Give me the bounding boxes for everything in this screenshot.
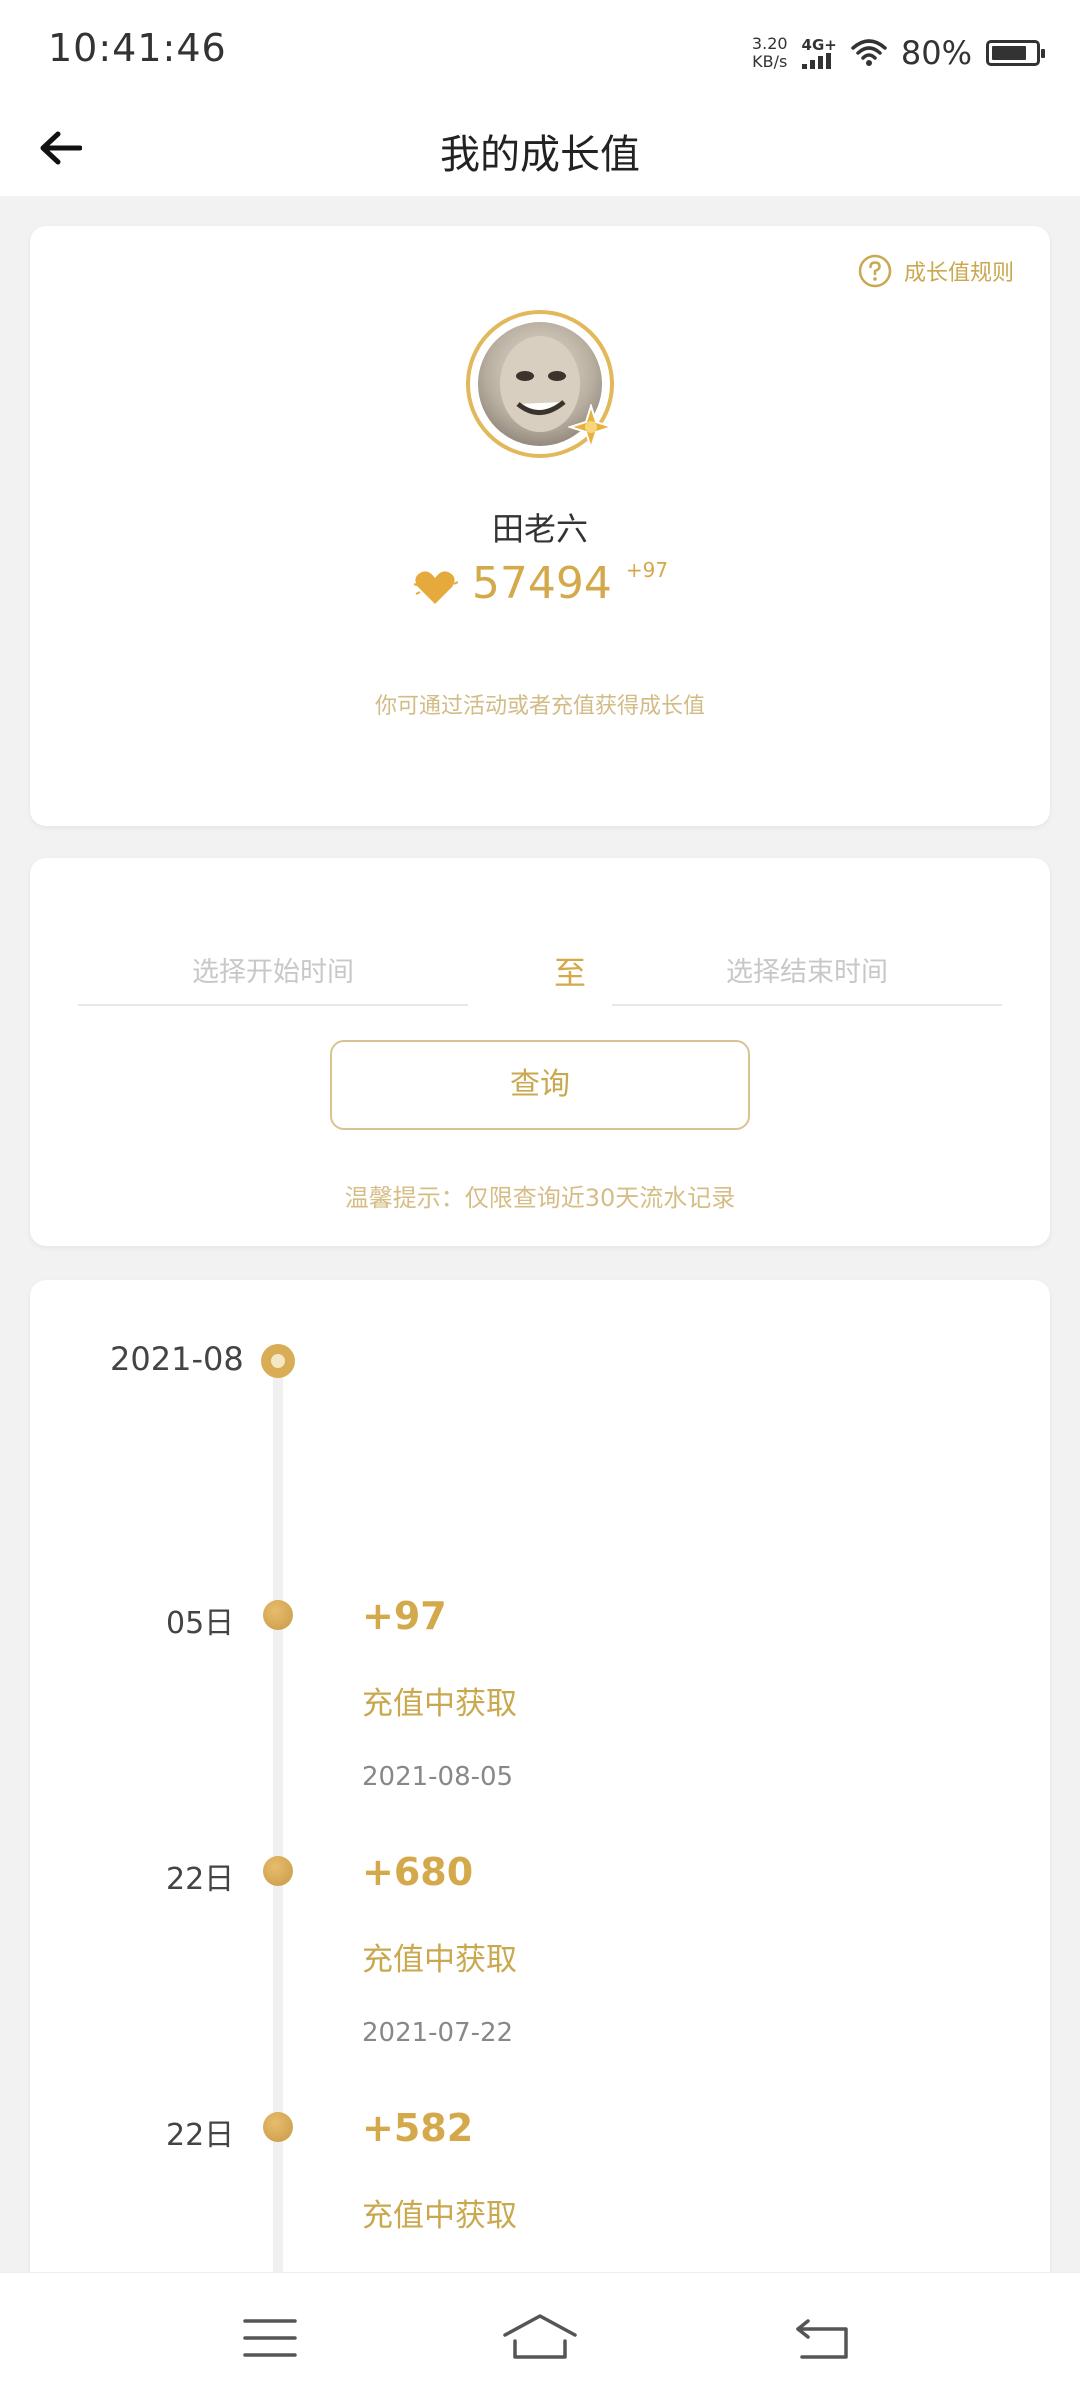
month-label: 2021-08 bbox=[110, 1340, 244, 1378]
battery-fill bbox=[992, 46, 1026, 60]
net-speed-value: 3.20 bbox=[751, 34, 788, 53]
avatar[interactable] bbox=[466, 310, 616, 458]
growth-points-value: 57494 bbox=[471, 558, 612, 609]
record-dot-icon bbox=[263, 1856, 293, 1886]
user-name: 田老六 bbox=[491, 510, 588, 548]
menu-icon bbox=[243, 2319, 297, 2357]
query-card: 选择开始时间 至 选择结束时间 查询 温馨提示：仅限查询近30天流水记录 bbox=[30, 858, 1050, 1246]
status-time: 10:41:46 bbox=[48, 26, 227, 70]
record-day: 22日 bbox=[166, 1862, 235, 1897]
query-tip: 温馨提示：仅限查询近30天流水记录 bbox=[344, 1184, 736, 1212]
record-dot-icon bbox=[263, 1600, 293, 1630]
wifi-icon bbox=[851, 38, 887, 68]
return-icon bbox=[796, 2319, 848, 2359]
record-amount: +680 bbox=[362, 1850, 474, 1894]
record-date: 2021-08-05 bbox=[362, 1762, 514, 1792]
record-dot-icon bbox=[263, 2112, 293, 2142]
status-icons: 3.20 KB/s 4G+ 80% bbox=[752, 28, 1045, 78]
growth-hint: 你可通过活动或者充值获得成长值 bbox=[374, 694, 705, 719]
record-source: 充值中获取 bbox=[362, 1942, 517, 1978]
record-amount: +97 bbox=[362, 1594, 447, 1638]
profile-card: 成长值规则 田老六 57494 +97 你可通过活动或者充值获得成长值 bbox=[30, 226, 1050, 826]
record-item: 22日 +680 充值中获取 2021-07-22 bbox=[30, 1850, 1050, 2104]
end-date-picker[interactable]: 选择结束时间 bbox=[612, 940, 1002, 1006]
page-title: 我的成长值 bbox=[440, 132, 640, 178]
month-dot-icon bbox=[261, 1344, 295, 1378]
growth-points-row: 57494 +97 bbox=[30, 556, 1050, 612]
network-type: 4G+ bbox=[801, 36, 837, 54]
record-day: 22日 bbox=[166, 2118, 235, 2153]
vip-badge-icon bbox=[566, 402, 616, 454]
app-header: 我的成长值 bbox=[0, 100, 1080, 196]
query-button[interactable]: 查询 bbox=[330, 1040, 750, 1130]
home-icon bbox=[503, 2314, 577, 2359]
rules-link[interactable]: 成长值规则 bbox=[858, 254, 1014, 288]
nav-home-button[interactable] bbox=[500, 2303, 580, 2373]
points-delta: +97 bbox=[625, 558, 669, 582]
signal-icon: 4G+ bbox=[801, 36, 837, 69]
net-speed: 3.20 KB/s bbox=[752, 35, 788, 71]
question-circle-icon bbox=[858, 254, 892, 288]
nav-menu-button[interactable] bbox=[230, 2303, 310, 2373]
record-amount: +582 bbox=[362, 2106, 474, 2150]
system-nav-bar bbox=[0, 2272, 1080, 2400]
record-source: 充值中获取 bbox=[362, 2198, 517, 2234]
records-card: 2021-08 05日 +97 充值中获取 2021-08-05 22日 +68… bbox=[30, 1280, 1050, 2300]
record-day: 05日 bbox=[166, 1606, 235, 1641]
heart-icon bbox=[413, 571, 458, 604]
record-item: 05日 +97 充值中获取 2021-08-05 bbox=[30, 1594, 1050, 1848]
battery-percent: 80% bbox=[900, 34, 972, 72]
date-separator: 至 bbox=[553, 954, 586, 992]
rules-link-label: 成长值规则 bbox=[903, 261, 1014, 286]
nav-back-button[interactable] bbox=[782, 2303, 862, 2373]
start-date-picker[interactable]: 选择开始时间 bbox=[78, 940, 468, 1006]
status-bar: 10:41:46 3.20 KB/s 4G+ 80% bbox=[0, 0, 1080, 100]
record-source: 充值中获取 bbox=[362, 1686, 517, 1722]
net-speed-unit: KB/s bbox=[752, 52, 788, 71]
record-date: 2021-07-22 bbox=[362, 2018, 514, 2048]
battery-icon bbox=[986, 40, 1045, 66]
